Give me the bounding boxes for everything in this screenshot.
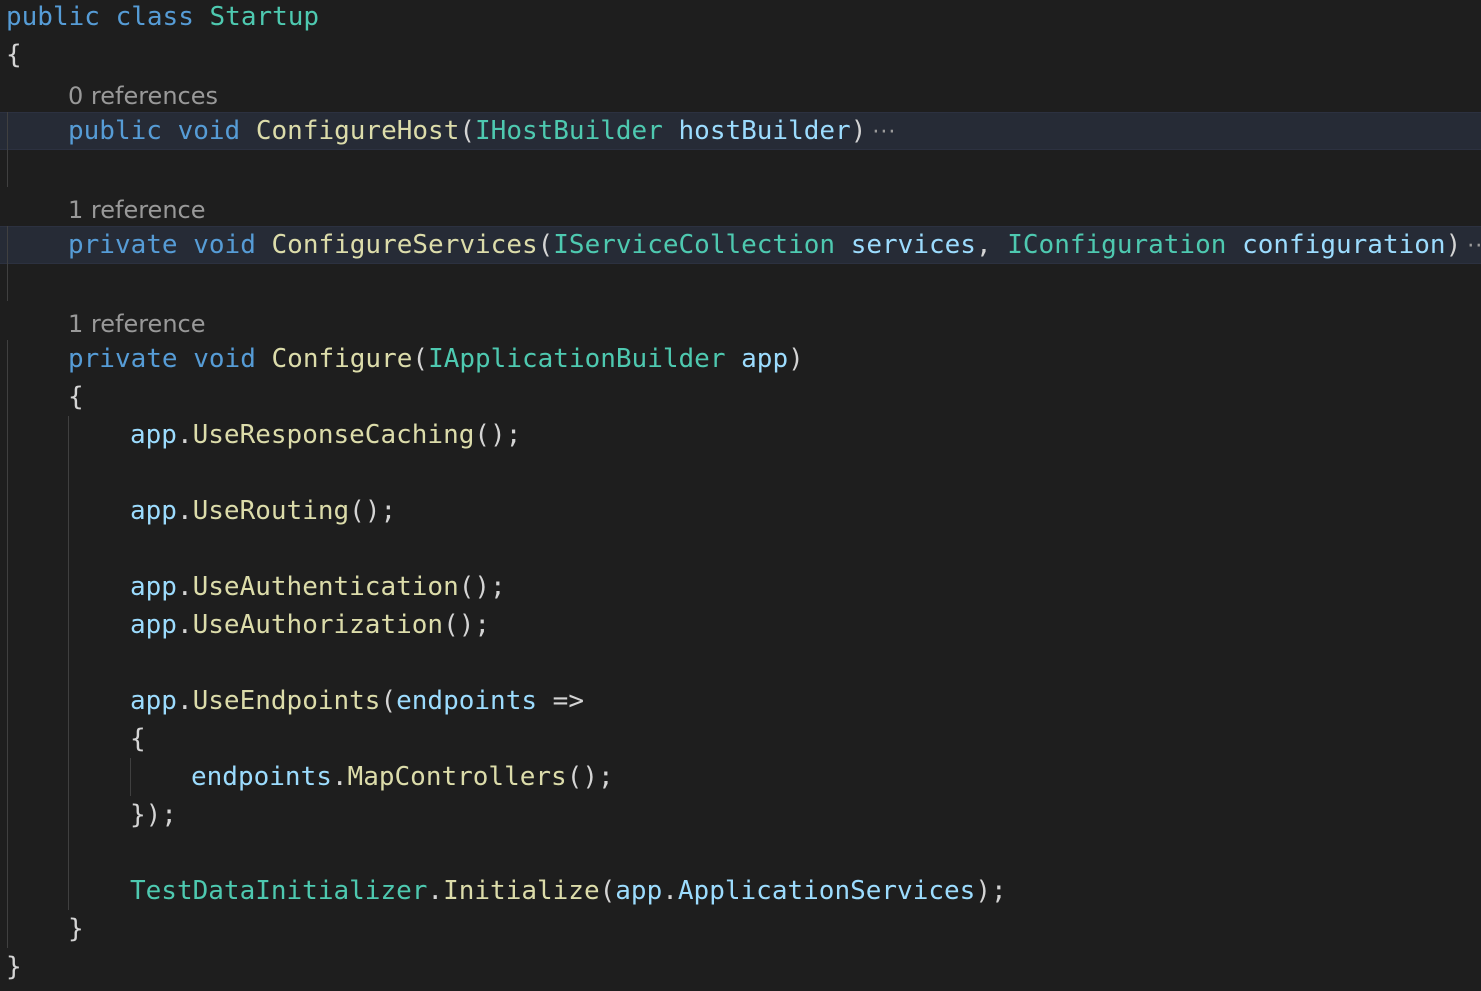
open-paren: ( [599, 876, 616, 906]
open-paren: ( [537, 230, 554, 260]
references-count[interactable]: 0 references [68, 82, 218, 110]
lambda-close-line[interactable]: }); [130, 796, 177, 834]
app-identifier: app [130, 686, 177, 716]
call-end: (); [349, 496, 397, 526]
method-name: Configure [271, 344, 413, 374]
folded-region-ellipsis-icon[interactable]: ··· [1467, 228, 1481, 266]
class-identifier: TestDataInitializer [130, 876, 428, 906]
app-identifier: app [130, 572, 177, 602]
close-paren: ) [788, 344, 804, 374]
keyword-public: public [6, 2, 100, 32]
call-end: (); [443, 610, 491, 640]
open-brace: { [130, 724, 146, 754]
keyword-void: void [177, 116, 241, 146]
property-identifier: ApplicationServices [677, 876, 976, 906]
param-type: IServiceCollection [553, 230, 836, 260]
param-name: hostBuilder [678, 116, 851, 146]
param-type: IConfiguration [1007, 230, 1227, 260]
test-data-initializer-line[interactable]: TestDataInitializer.Initialize(app.Appli… [130, 872, 1007, 910]
open-brace: { [6, 40, 22, 70]
param-type: IHostBuilder [475, 116, 663, 146]
call-end: (); [458, 572, 506, 602]
indent-guide [7, 112, 8, 187]
open-paren: ( [412, 344, 429, 374]
method-call: UseAuthorization [192, 610, 444, 640]
lambda-param: endpoints [396, 686, 538, 716]
arrow-operator: => [552, 686, 584, 716]
use-routing-line[interactable]: app.UseRouting(); [130, 492, 396, 530]
param-type: IApplicationBuilder [428, 344, 726, 374]
indent-guide [7, 340, 8, 948]
comma: , [975, 230, 992, 260]
class-open-brace-line[interactable]: { [6, 36, 22, 74]
dot: . [427, 876, 444, 906]
call-end: (); [474, 420, 522, 450]
indent-guide [130, 758, 131, 796]
configure-line[interactable]: private void Configure(IApplicationBuild… [68, 340, 804, 378]
dot: . [176, 572, 193, 602]
keyword-void: void [193, 230, 256, 260]
app-identifier: app [615, 876, 663, 906]
use-authentication-line[interactable]: app.UseAuthentication(); [130, 568, 506, 606]
codelens-references[interactable]: 1 reference [68, 193, 206, 227]
keyword-private: private [68, 230, 178, 260]
keyword-public: public [68, 116, 162, 146]
param-name: configuration [1242, 230, 1446, 260]
class-declaration-line[interactable]: public class Startup [6, 0, 319, 36]
open-brace: { [68, 382, 84, 412]
indent-guide [7, 226, 8, 301]
indent-guide [68, 416, 69, 910]
method-open-brace-line[interactable]: { [68, 378, 84, 416]
app-identifier: app [130, 610, 177, 640]
references-count[interactable]: 1 reference [68, 196, 206, 224]
keyword-void: void [193, 344, 256, 374]
dot: . [331, 762, 348, 792]
endpoints-identifier: endpoints [191, 762, 332, 792]
param-name: services [850, 230, 976, 260]
method-call: UseAuthentication [192, 572, 459, 602]
dot: . [176, 496, 193, 526]
close-brace: } [6, 952, 22, 982]
call-end: (); [566, 762, 614, 792]
method-name: ConfigureHost [255, 116, 460, 146]
keyword-private: private [68, 344, 178, 374]
open-paren: ( [380, 686, 397, 716]
keyword-class: class [115, 2, 194, 32]
use-authorization-line[interactable]: app.UseAuthorization(); [130, 606, 490, 644]
lambda-open-brace-line[interactable]: { [130, 720, 146, 758]
configure-services-line[interactable]: private void ConfigureServices(IServiceC… [68, 226, 1481, 264]
method-call: MapControllers [347, 762, 567, 792]
app-identifier: app [130, 420, 177, 450]
method-call: UseResponseCaching [192, 420, 475, 450]
app-identifier: app [130, 496, 177, 526]
dot: . [176, 420, 193, 450]
close-brace: }); [130, 800, 177, 830]
class-name: Startup [209, 2, 320, 32]
use-response-caching-line[interactable]: app.UseResponseCaching(); [130, 416, 521, 454]
method-close-brace-line[interactable]: } [68, 910, 84, 948]
dot: . [176, 686, 193, 716]
map-controllers-line[interactable]: endpoints.MapControllers(); [191, 758, 614, 796]
references-count[interactable]: 1 reference [68, 310, 206, 338]
param-name: app [741, 344, 789, 374]
codelens-references[interactable]: 0 references [68, 79, 218, 113]
use-endpoints-line[interactable]: app.UseEndpoints(endpoints => [130, 682, 584, 720]
dot: . [662, 876, 678, 906]
method-call: Initialize [443, 876, 600, 906]
close-brace: } [68, 914, 84, 944]
codelens-references[interactable]: 1 reference [68, 307, 206, 341]
folded-region-ellipsis-icon[interactable]: ··· [872, 114, 896, 152]
configure-host-line[interactable]: public void ConfigureHost(IHostBuilder h… [68, 112, 896, 150]
call-end: ); [975, 876, 1007, 906]
code-editor[interactable]: public class Startup { 0 references publ… [0, 0, 1481, 991]
close-paren: ) [1445, 230, 1462, 260]
method-call: UseEndpoints [192, 686, 381, 716]
method-call: UseRouting [192, 496, 350, 526]
dot: . [176, 610, 193, 640]
open-paren: ( [459, 116, 476, 146]
close-paren: ) [850, 116, 867, 146]
method-name: ConfigureServices [271, 230, 538, 260]
class-close-brace-line[interactable]: } [6, 948, 22, 986]
